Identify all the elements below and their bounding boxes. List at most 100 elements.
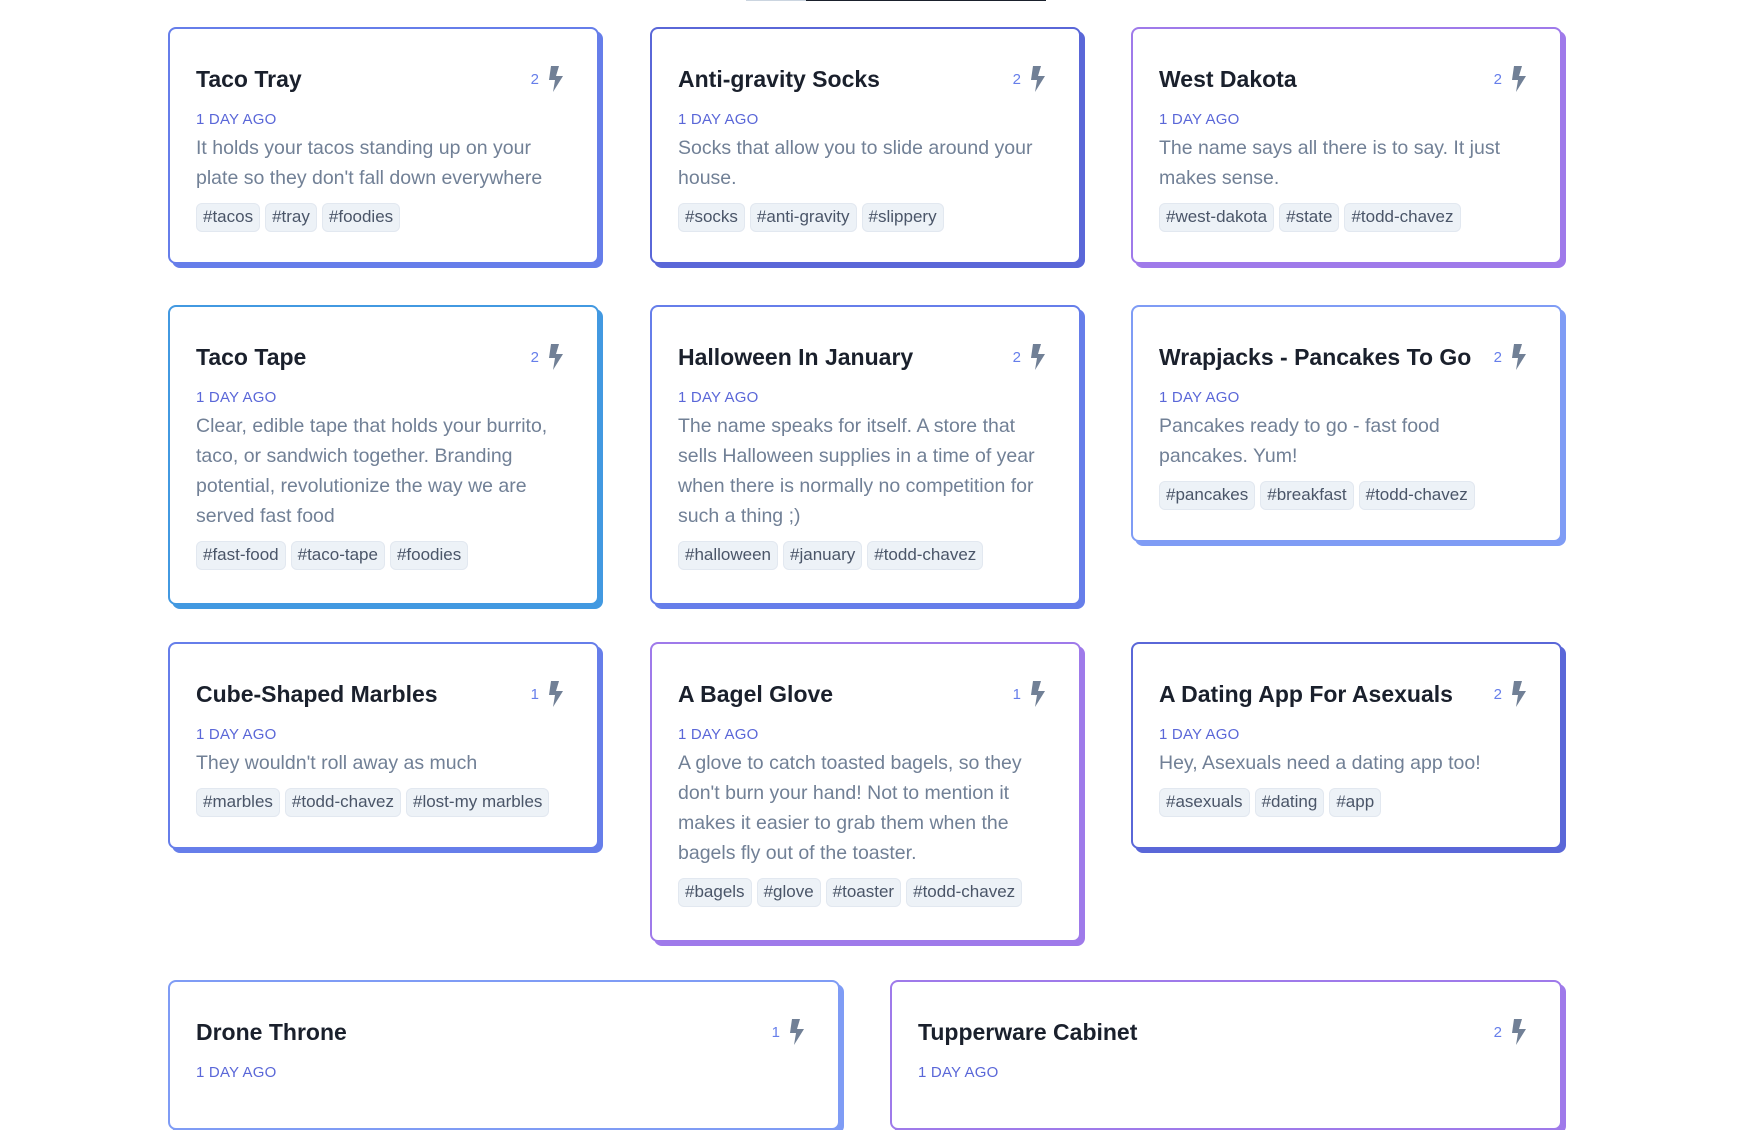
tag[interactable]: #todd-chavez [867, 541, 984, 570]
card-header: West Dakota 2 [1159, 63, 1528, 95]
tag[interactable]: #foodies [389, 541, 469, 570]
lightning-bolt-icon[interactable] [1029, 343, 1047, 371]
idea-card[interactable]: Drone Throne 1 1 day ago [168, 980, 840, 1130]
tag[interactable]: #anti-gravity [749, 203, 857, 232]
tag[interactable]: #dating [1254, 788, 1325, 817]
tag[interactable]: #todd-chavez [906, 878, 1023, 907]
vote-button[interactable]: 2 [1494, 65, 1528, 93]
tag[interactable]: #app [1329, 788, 1382, 817]
tag[interactable]: #halloween [678, 541, 779, 570]
vote-button[interactable]: 2 [1013, 65, 1047, 93]
tag[interactable]: #breakfast [1260, 481, 1354, 510]
idea-card[interactable]: Taco Tape 2 1 day ago Clear, edible tape… [168, 305, 599, 605]
posted-date: 1 day ago [678, 111, 759, 128]
card-description: The name speaks for itself. A store that… [678, 415, 1035, 527]
lightning-bolt-icon[interactable] [1510, 1018, 1528, 1046]
tag[interactable]: #marbles [196, 788, 280, 817]
tag[interactable]: #bagels [678, 878, 752, 907]
tag-list: #tacos #tray #foodies [196, 203, 571, 232]
tag[interactable]: #toaster [825, 878, 902, 907]
tag[interactable]: #socks [678, 203, 745, 232]
tag-list: #marbles #todd-chavez #lost-my marbles [196, 788, 571, 817]
tag[interactable]: #lost-my marbles [406, 788, 550, 817]
card-title[interactable]: A Bagel Glove [678, 681, 833, 708]
idea-card[interactable]: Tupperware Cabinet 2 1 day ago [890, 980, 1562, 1130]
lightning-bolt-icon[interactable] [788, 1018, 806, 1046]
vote-button[interactable]: 1 [772, 1018, 806, 1046]
vote-button[interactable]: 2 [1013, 343, 1047, 371]
card-title[interactable]: West Dakota [1159, 66, 1297, 93]
lightning-bolt-icon[interactable] [1029, 680, 1047, 708]
card-description: The name says all there is to say. It ju… [1159, 137, 1501, 189]
tag[interactable]: #foodies [321, 203, 401, 232]
card-title[interactable]: Taco Tape [196, 344, 306, 371]
vote-button[interactable]: 2 [1494, 343, 1528, 371]
tag[interactable]: #asexuals [1159, 788, 1250, 817]
card-body: 1 day ago Pancakes ready to go - fast fo… [1159, 389, 1534, 510]
lightning-bolt-icon[interactable] [1510, 343, 1528, 371]
vote-button[interactable]: 1 [1013, 680, 1047, 708]
vote-count: 1 [1012, 685, 1021, 703]
posted-date: 1 day ago [1159, 726, 1240, 743]
card-body: 1 day ago Socks that allow you to slide … [678, 111, 1053, 232]
tag[interactable]: #fast-food [196, 541, 286, 570]
vote-button[interactable]: 2 [1494, 680, 1528, 708]
card-header: A Bagel Glove 1 [678, 678, 1047, 710]
lightning-bolt-icon[interactable] [547, 343, 565, 371]
card-title[interactable]: Halloween In January [678, 344, 913, 371]
tag[interactable]: #january [783, 541, 863, 570]
tag[interactable]: #slippery [861, 203, 944, 232]
idea-card[interactable]: Wrapjacks - Pancakes To Go 2 1 day ago P… [1131, 305, 1562, 542]
posted-date: 1 day ago [196, 111, 277, 128]
tag-list: #asexuals #dating #app [1159, 788, 1534, 817]
idea-card[interactable]: Halloween In January 2 1 day ago The nam… [650, 305, 1081, 605]
idea-card[interactable]: Taco Tray 2 1 day ago It holds your taco… [168, 27, 599, 264]
tag[interactable]: #taco-tape [290, 541, 385, 570]
vote-count: 2 [1493, 70, 1502, 88]
idea-card[interactable]: West Dakota 2 1 day ago The name says al… [1131, 27, 1562, 264]
vote-count: 2 [1493, 1023, 1502, 1041]
tag[interactable]: #tray [265, 203, 317, 232]
lightning-bolt-icon[interactable] [547, 65, 565, 93]
lightning-bolt-icon[interactable] [547, 680, 565, 708]
card-header: Taco Tape 2 [196, 341, 565, 373]
vote-button[interactable]: 2 [531, 65, 565, 93]
lightning-bolt-icon[interactable] [1510, 680, 1528, 708]
posted-date: 1 day ago [678, 726, 759, 743]
tag[interactable]: #todd-chavez [1358, 481, 1475, 510]
card-header: A Dating App For Asexuals 2 [1159, 678, 1528, 710]
tag[interactable]: #tacos [196, 203, 261, 232]
tag[interactable]: #glove [756, 878, 821, 907]
idea-card[interactable]: A Bagel Glove 1 1 day ago A glove to cat… [650, 642, 1081, 942]
vote-button[interactable]: 2 [1494, 1018, 1528, 1046]
tag[interactable]: #state [1279, 203, 1340, 232]
card-title[interactable]: Wrapjacks - Pancakes To Go [1159, 344, 1471, 371]
tag[interactable]: #west-dakota [1159, 203, 1275, 232]
posted-date: 1 day ago [196, 726, 277, 743]
tag[interactable]: #todd-chavez [1344, 203, 1461, 232]
card-title[interactable]: A Dating App For Asexuals [1159, 681, 1453, 708]
card-title[interactable]: Cube-Shaped Marbles [196, 681, 438, 708]
lightning-bolt-icon[interactable] [1029, 65, 1047, 93]
posted-date: 1 day ago [1159, 111, 1240, 128]
idea-card[interactable]: Cube-Shaped Marbles 1 1 day ago They wou… [168, 642, 599, 849]
card-body: 1 day ago It holds your tacos standing u… [196, 111, 571, 232]
card-title[interactable]: Drone Throne [196, 1019, 347, 1046]
vote-count: 2 [1012, 348, 1021, 366]
vote-count: 2 [1493, 348, 1502, 366]
card-description: They wouldn't roll away as much [196, 752, 478, 774]
tag[interactable]: #pancakes [1159, 481, 1256, 510]
lightning-bolt-icon[interactable] [1510, 65, 1528, 93]
idea-card[interactable]: Anti-gravity Socks 2 1 day ago Socks tha… [650, 27, 1081, 264]
card-description: It holds your tacos standing up on your … [196, 137, 543, 189]
idea-card[interactable]: A Dating App For Asexuals 2 1 day ago He… [1131, 642, 1562, 849]
card-description: Pancakes ready to go - fast food pancake… [1159, 415, 1440, 467]
card-title[interactable]: Anti-gravity Socks [678, 66, 880, 93]
vote-button[interactable]: 1 [531, 680, 565, 708]
card-header: Drone Throne 1 [196, 1016, 806, 1048]
vote-button[interactable]: 2 [531, 343, 565, 371]
card-title[interactable]: Taco Tray [196, 66, 302, 93]
tag[interactable]: #todd-chavez [284, 788, 401, 817]
card-description: Socks that allow you to slide around you… [678, 137, 1033, 189]
card-title[interactable]: Tupperware Cabinet [918, 1019, 1137, 1046]
